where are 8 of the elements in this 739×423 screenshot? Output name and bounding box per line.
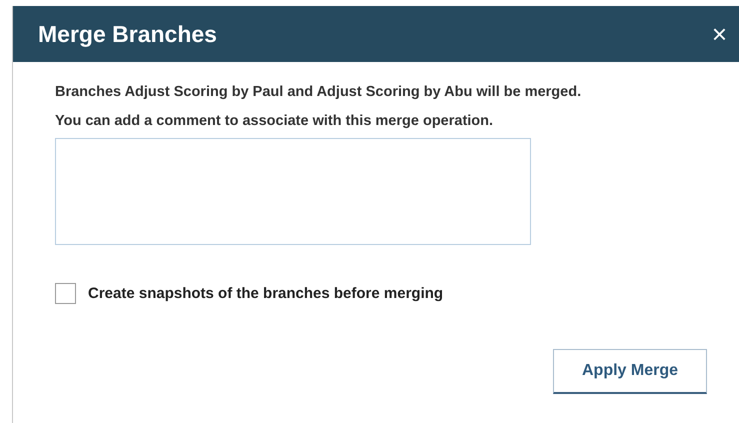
close-button[interactable]: × [710,21,729,47]
message-text: You can add a comment to associate with this merge operation. [55,113,494,129]
comment-field[interactable] [55,138,531,245]
dialog-title: Merge Branches [38,20,217,48]
snapshot-checkbox[interactable] [55,283,76,304]
apply-merge-button[interactable]: Apply Merge [553,349,707,394]
message-text: Branches Adjust Scoring by Paul and Adjust Scoring by Abu will be merged. [55,84,582,100]
checkbox-label: Create snapshots of the branches before merging [88,285,444,302]
